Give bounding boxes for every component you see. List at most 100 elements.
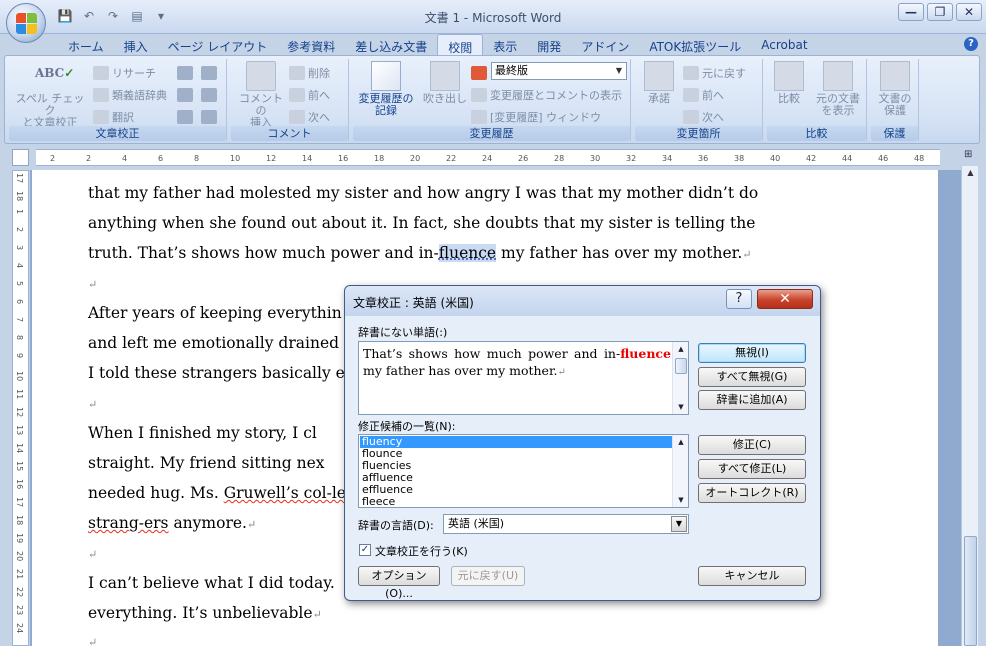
- research-button[interactable]: リサーチ: [93, 63, 156, 83]
- tab-atok[interactable]: ATOK拡張ツール: [639, 34, 751, 56]
- flagged-word[interactable]: Gruwell’s col-le: [224, 484, 346, 502]
- autocorrect-button[interactable]: オートコレクト(R): [698, 483, 806, 503]
- add-to-dictionary-button[interactable]: 辞書に追加(A): [698, 390, 806, 410]
- vertical-ruler: 17 18 1 2 3 4 5 6 7 8 9 10 11 12 13 14 15 16 17 18 19 20 21 22 2…: [12, 170, 29, 646]
- scroll-thumb[interactable]: [675, 358, 687, 374]
- error-word: fluence: [620, 346, 671, 361]
- cancel-button[interactable]: キャンセル: [698, 566, 806, 586]
- ruler-toggle-icon[interactable]: ⊞: [964, 149, 978, 167]
- ignore-button[interactable]: 無視(I): [698, 343, 806, 363]
- office-button[interactable]: [6, 3, 46, 43]
- minimize-button[interactable]: —: [898, 3, 924, 21]
- group-label-proofing: 文章校正: [9, 126, 226, 141]
- vruler-tick: 24: [15, 623, 24, 634]
- suggestion-item[interactable]: fluency: [360, 436, 672, 448]
- next-comment-button[interactable]: 次へ: [289, 107, 330, 127]
- ruler-tick: 36: [698, 154, 709, 163]
- translate-tip-button[interactable]: [177, 85, 193, 105]
- count-button[interactable]: [201, 107, 217, 127]
- word-count-button[interactable]: [177, 63, 193, 83]
- context-scrollbar[interactable]: ▲ ▼: [672, 342, 688, 414]
- display-select-value: 最終版: [495, 64, 528, 77]
- horizontal-ruler[interactable]: 2 2 4 6 8 10 12 14 16 18 20 22 24 26 28 30 32 34 36 38 40 42 4…: [36, 149, 940, 166]
- language-value: 英語 (米国): [448, 517, 505, 530]
- not-in-dictionary-box[interactable]: That’s shows how much power and in-fluen…: [358, 341, 689, 415]
- ruler-tick: 4: [122, 154, 128, 163]
- doc-line: that my father had molested my sister an…: [88, 184, 759, 202]
- group-proofing: ABC✓ スペル チェック と文章校正 リサーチ 類義語辞典 翻訳 文章校正: [9, 59, 227, 141]
- prev-change-button[interactable]: 前へ: [683, 85, 724, 105]
- suggestion-item[interactable]: fleece: [360, 496, 672, 508]
- maximize-button[interactable]: ❐: [927, 3, 953, 21]
- scroll-up-icon[interactable]: ▲: [674, 435, 688, 449]
- translate-button[interactable]: 翻訳: [93, 107, 134, 127]
- tab-review[interactable]: 校閲: [437, 34, 484, 56]
- misspelled-word[interactable]: fluence: [438, 244, 497, 262]
- scroll-up-icon[interactable]: ▲: [964, 168, 977, 182]
- flagged-word[interactable]: strang-ers: [88, 514, 169, 532]
- prev-comment-button[interactable]: 前へ: [289, 85, 330, 105]
- protect-document-button[interactable]: 文書の 保護: [873, 61, 917, 117]
- dialog-help-button[interactable]: ?: [726, 289, 752, 309]
- grammar-check-checkbox[interactable]: ✓: [359, 544, 371, 556]
- tab-addins[interactable]: アドイン: [571, 34, 639, 56]
- undo-button[interactable]: 元に戻す(U): [451, 566, 525, 586]
- scroll-up-icon[interactable]: ▲: [674, 342, 688, 356]
- thesaurus-button[interactable]: 類義語辞典: [93, 85, 167, 105]
- next-change-button[interactable]: 次へ: [683, 107, 724, 127]
- show-source-button[interactable]: 元の文書 を表示: [811, 61, 865, 117]
- reject-button[interactable]: 元に戻す: [683, 63, 746, 83]
- track-changes-label: 変更履歴の 記録: [358, 92, 414, 117]
- set-language-icon: [201, 66, 217, 80]
- thesaurus-icon: [93, 88, 109, 102]
- suggestions-scrollbar[interactable]: ▲ ▼: [672, 435, 688, 507]
- language-select[interactable]: 英語 (米国) ▼: [443, 514, 689, 534]
- reviewing-pane-button[interactable]: [変更履歴] ウィンドウ: [471, 107, 601, 127]
- hyphenation-button[interactable]: [201, 85, 217, 105]
- scroll-down-icon[interactable]: ▼: [674, 400, 688, 414]
- delete-comment-button[interactable]: 削除: [289, 63, 330, 83]
- balloons-button[interactable]: 吹き出し: [419, 61, 471, 105]
- tab-view[interactable]: 表示: [483, 34, 527, 56]
- group-protect: 文書の 保護 保護: [871, 59, 919, 141]
- vertical-scrollbar[interactable]: ▲: [961, 166, 978, 646]
- tab-selector[interactable]: [12, 149, 29, 166]
- group-label-comments: コメント: [231, 126, 348, 141]
- track-changes-button[interactable]: 変更履歴の 記録: [355, 61, 417, 117]
- set-language-button[interactable]: [201, 63, 217, 83]
- next-comment-icon: [289, 110, 305, 124]
- delete-comment-label: 削除: [308, 67, 330, 80]
- prev-comment-label: 前へ: [308, 89, 330, 102]
- change-button[interactable]: 修正(C): [698, 435, 806, 455]
- change-all-button[interactable]: すべて修正(L): [698, 459, 806, 479]
- dialog-title: 文章校正 : 英語 (米国): [353, 296, 474, 310]
- scroll-down-icon[interactable]: ▼: [674, 493, 688, 507]
- tab-developer[interactable]: 開発: [527, 34, 571, 56]
- tab-references[interactable]: 参考資料: [277, 34, 345, 56]
- dialog-titlebar[interactable]: 文章校正 : 英語 (米国) ? ✕: [345, 286, 820, 316]
- tab-insert[interactable]: 挿入: [114, 34, 158, 56]
- close-button[interactable]: ✕: [956, 3, 982, 21]
- ruler-tick: 2: [86, 154, 92, 163]
- translate-tip-icon: [177, 88, 193, 102]
- options-button[interactable]: オプション(O)...: [358, 566, 440, 600]
- help-icon[interactable]: ?: [964, 37, 978, 51]
- compare-button[interactable]: 比較: [769, 61, 809, 105]
- tab-mailings[interactable]: 差し込み文書: [345, 34, 437, 56]
- dialog-close-button[interactable]: ✕: [757, 289, 813, 309]
- new-comment-button[interactable]: コメントの 挿入: [235, 61, 287, 129]
- paragraph-mark: ↵: [246, 518, 257, 531]
- language-button[interactable]: [177, 107, 193, 127]
- scroll-thumb[interactable]: [964, 536, 977, 646]
- show-markup-button[interactable]: 変更履歴とコメントの表示: [471, 85, 622, 105]
- ruler-tick: 26: [518, 154, 529, 163]
- tab-home[interactable]: ホーム: [58, 34, 114, 56]
- suggestion-item[interactable]: effluence: [360, 484, 672, 496]
- tab-page-layout[interactable]: ページ レイアウト: [158, 34, 278, 56]
- accept-button[interactable]: 承諾: [639, 61, 679, 105]
- display-for-review-select[interactable]: 最終版 ▼: [491, 62, 627, 80]
- tab-acrobat[interactable]: Acrobat: [751, 34, 817, 56]
- spelling-grammar-button[interactable]: ABC✓ スペル チェック と文章校正: [15, 61, 85, 129]
- ignore-all-button[interactable]: すべて無視(G): [698, 367, 806, 387]
- suggestions-list[interactable]: fluency flounce fluencies affluence effl…: [358, 434, 689, 508]
